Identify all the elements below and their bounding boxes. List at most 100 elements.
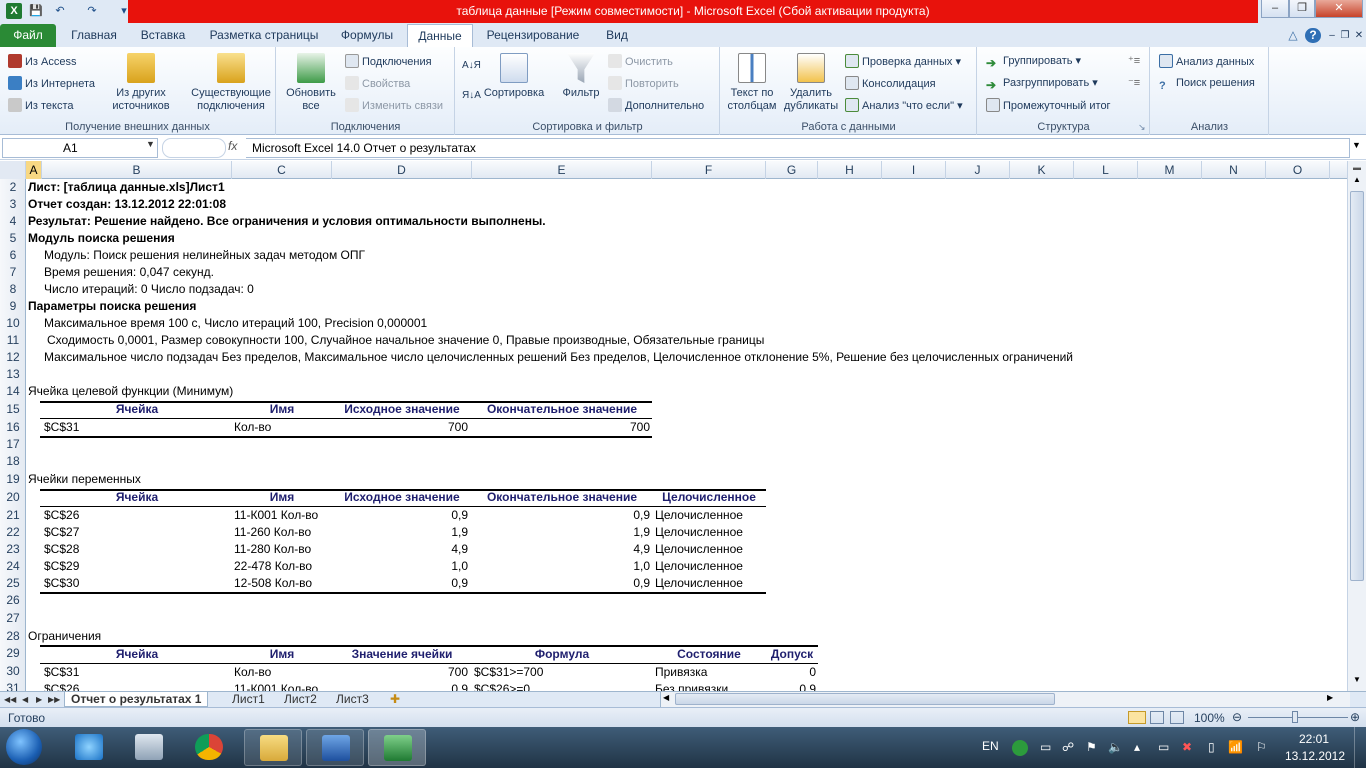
what-if-analysis-button[interactable]: Анализ "что если" ▾ xyxy=(845,98,963,113)
subtotal-button[interactable]: Промежуточный итог xyxy=(986,98,1111,113)
row-header[interactable]: 13 xyxy=(0,366,26,383)
row-header[interactable]: 9 xyxy=(0,298,26,315)
constraint-status[interactable]: Без привязки xyxy=(655,681,728,691)
row-header[interactable]: 11 xyxy=(0,332,26,349)
column-header-l[interactable]: L xyxy=(1074,161,1138,179)
variables-header-name[interactable]: Имя xyxy=(232,489,332,506)
zoom-in-icon[interactable]: ⊕ xyxy=(1350,710,1360,724)
vertical-scrollbar[interactable]: ▬ ▲ ▼ xyxy=(1347,161,1366,691)
constraints-header-name[interactable]: Имя xyxy=(232,646,332,663)
variable-final-value[interactable]: 1,9 xyxy=(472,524,650,541)
taskbar-chrome[interactable] xyxy=(180,729,238,766)
column-header-k[interactable]: K xyxy=(1010,161,1074,179)
sort-descending-button[interactable]: Я↓А xyxy=(462,89,481,103)
refresh-all-button[interactable]: Обновить все xyxy=(281,53,341,113)
dialog-launcher-icon[interactable]: ↘ xyxy=(1138,120,1146,134)
constraint-cell-name[interactable]: Кол-во xyxy=(234,664,271,681)
data-analysis-button[interactable]: Анализ данных xyxy=(1159,54,1254,69)
variables-header-integer[interactable]: Целочисленное xyxy=(652,489,766,506)
variable-integer[interactable]: Целочисленное xyxy=(655,558,743,575)
clear-filter-button[interactable]: Очистить xyxy=(608,54,673,69)
constraint-cell-ref[interactable]: $C$31 xyxy=(44,664,79,681)
row-header[interactable]: 27 xyxy=(0,610,26,627)
variable-cell-name[interactable]: 11-К001 Кол-во xyxy=(234,507,318,524)
iterations-line[interactable]: Число итераций: 0 Число подзадач: 0 xyxy=(44,281,254,298)
variable-cell-name[interactable]: 12-508 Кол-во xyxy=(234,575,312,592)
constraints-header-slack[interactable]: Допуск xyxy=(766,646,818,663)
options-line-3[interactable]: Максимальное число подзадач Без пределов… xyxy=(44,349,1073,366)
row-header[interactable]: 22 xyxy=(0,524,26,541)
column-header-a[interactable]: A xyxy=(26,161,42,179)
variable-final-value[interactable]: 4,9 xyxy=(472,541,650,558)
column-header-f[interactable]: F xyxy=(652,161,766,179)
last-sheet-icon[interactable]: ▶▶ xyxy=(46,692,62,707)
select-all-corner[interactable] xyxy=(0,161,26,179)
constraints-header-value[interactable]: Значение ячейки xyxy=(332,646,472,663)
other-sources-button[interactable]: Из других источников xyxy=(102,53,180,113)
doc-minimize-button[interactable]: – xyxy=(1325,24,1339,47)
redo-icon[interactable]: ↷ xyxy=(84,3,100,19)
next-sheet-icon[interactable]: ▶ xyxy=(34,692,44,707)
variable-final-value[interactable]: 0,9 xyxy=(472,507,650,524)
report-sheet-line[interactable]: Лист: [таблица данные.xls]Лист1 xyxy=(28,179,225,196)
objective-header-cell[interactable]: Ячейка xyxy=(42,401,232,418)
sheet-tab-report[interactable]: Отчет о результатах 1 xyxy=(64,692,209,707)
properties-button[interactable]: Свойства xyxy=(345,76,410,91)
show-desktop-button[interactable] xyxy=(1354,727,1366,768)
variables-section-heading[interactable]: Ячейки переменных xyxy=(28,471,141,488)
constraints-header-formula[interactable]: Формула xyxy=(472,646,652,663)
tab-file[interactable]: Файл xyxy=(0,24,56,47)
variable-cell-ref[interactable]: $C$28 xyxy=(44,541,79,558)
constraint-cell-name[interactable]: 11-К001 Кол-во xyxy=(234,681,318,691)
row-header[interactable]: 20 xyxy=(0,489,26,506)
row-header[interactable]: 7 xyxy=(0,264,26,281)
constraints-header-cell[interactable]: Ячейка xyxy=(42,646,232,663)
scroll-right-arrow-icon[interactable]: ▶ xyxy=(1327,693,1333,702)
doc-restore-button[interactable]: ❐ xyxy=(1338,24,1352,47)
column-header-e[interactable]: E xyxy=(472,161,652,179)
row-header[interactable]: 19 xyxy=(0,471,26,488)
variable-original-value[interactable]: 0,9 xyxy=(332,575,468,592)
page-break-view-icon[interactable] xyxy=(1170,711,1184,724)
flag-icon[interactable]: ⚐ xyxy=(1256,740,1267,754)
engine-line[interactable]: Модуль: Поиск решения нелинейных задач м… xyxy=(44,247,365,264)
clock-date[interactable]: 13.12.2012 xyxy=(1280,749,1350,763)
hide-detail-icon[interactable]: ⁻≡ xyxy=(1128,76,1140,90)
hscroll-thumb[interactable] xyxy=(675,693,1055,705)
edit-links-button[interactable]: Изменить связи xyxy=(345,98,443,113)
tab-review[interactable]: Рецензирование xyxy=(478,24,588,47)
start-button[interactable] xyxy=(6,729,42,765)
variable-original-value[interactable]: 4,9 xyxy=(332,541,468,558)
volume-icon[interactable]: 🔈 xyxy=(1108,740,1123,754)
tab-home[interactable]: Главная xyxy=(62,24,126,47)
variable-cell-name[interactable]: 22-478 Кол-во xyxy=(234,558,312,575)
taskbar-calculator[interactable] xyxy=(120,729,178,766)
scroll-thumb[interactable] xyxy=(1350,191,1364,581)
row-header[interactable]: 18 xyxy=(0,453,26,470)
excel-app-icon[interactable]: X xyxy=(6,3,22,19)
name-box-dropdown-icon[interactable]: ▼ xyxy=(146,139,155,149)
row-header[interactable]: 5 xyxy=(0,230,26,247)
zoom-slider-handle[interactable] xyxy=(1292,711,1298,723)
show-detail-icon[interactable]: ⁺≡ xyxy=(1128,54,1140,68)
options-line-2[interactable]: Сходимость 0,0001, Размер совокупности 1… xyxy=(47,332,764,349)
constraint-status[interactable]: Привязка xyxy=(655,664,707,681)
report-created-line[interactable]: Отчет создан: 13.12.2012 22:01:08 xyxy=(28,196,226,213)
variable-final-value[interactable]: 0,9 xyxy=(472,575,650,592)
monitor-tray-icon[interactable]: ▭ xyxy=(1158,740,1169,754)
horizontal-scrollbar[interactable]: ◀ ▶ xyxy=(660,692,1350,707)
solver-engine-heading[interactable]: Модуль поиска решения xyxy=(28,230,175,247)
column-header-n[interactable]: N xyxy=(1202,161,1266,179)
row-header[interactable]: 30 xyxy=(0,663,26,680)
row-header[interactable]: 12 xyxy=(0,349,26,366)
signal-icon[interactable]: 📶 xyxy=(1228,740,1243,754)
constraint-slack[interactable]: 0 xyxy=(766,664,816,681)
report-result-line[interactable]: Результат: Решение найдено. Все ограниче… xyxy=(28,213,546,230)
existing-connections-button[interactable]: Существующие подключения xyxy=(188,53,274,113)
row-header[interactable]: 4 xyxy=(0,213,26,230)
constraints-section-heading[interactable]: Ограничения xyxy=(28,628,101,645)
undo-icon[interactable]: ↶ xyxy=(52,3,68,19)
options-line-1[interactable]: Максимальное время 100 с, Число итераций… xyxy=(44,315,427,332)
variable-cell-ref[interactable]: $C$30 xyxy=(44,575,79,592)
language-indicator[interactable]: EN xyxy=(982,739,999,753)
